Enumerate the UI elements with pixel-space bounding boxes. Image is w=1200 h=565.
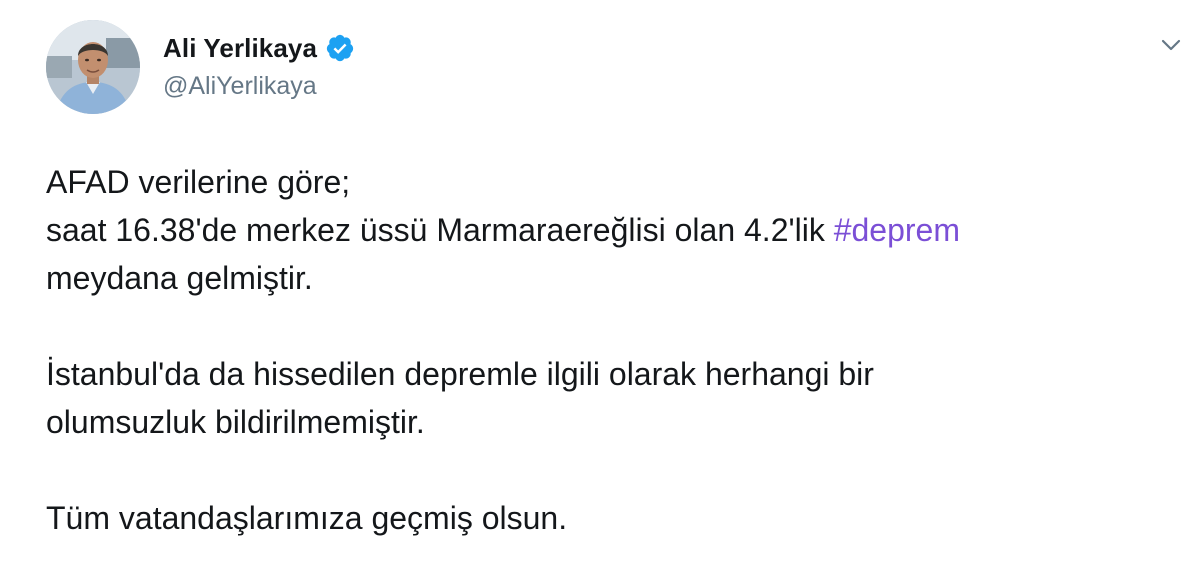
- author-name-row[interactable]: Ali Yerlikaya: [163, 30, 355, 66]
- profile-photo-icon: [46, 20, 140, 114]
- tweet-line: İstanbul'da da hissedilen depremle ilgil…: [46, 356, 874, 392]
- avatar[interactable]: [46, 20, 140, 114]
- tweet-line-text: saat 16.38'de merkez üssü Marmaraereğlis…: [46, 212, 834, 248]
- verified-badge-icon: [325, 33, 355, 63]
- chevron-down-icon[interactable]: [1156, 30, 1186, 60]
- author-display-name[interactable]: Ali Yerlikaya: [163, 33, 317, 64]
- tweet-line: meydana gelmiştir.: [46, 260, 313, 296]
- tweet-line: AFAD verilerine göre;: [46, 164, 351, 200]
- tweet-line: Tüm vatandaşlarımıza geçmiş olsun.: [46, 500, 568, 536]
- tweet-card: Ali Yerlikaya @AliYerlikaya AFAD veriler…: [0, 0, 1200, 565]
- tweet-text: AFAD verilerine göre; saat 16.38'de merk…: [46, 158, 1166, 542]
- author-handle[interactable]: @AliYerlikaya: [163, 72, 317, 101]
- tweet-line: saat 16.38'de merkez üssü Marmaraereğlis…: [46, 206, 1166, 254]
- hashtag-link[interactable]: #deprem: [834, 212, 960, 248]
- tweet-line: olumsuzluk bildirilmemiştir.: [46, 404, 425, 440]
